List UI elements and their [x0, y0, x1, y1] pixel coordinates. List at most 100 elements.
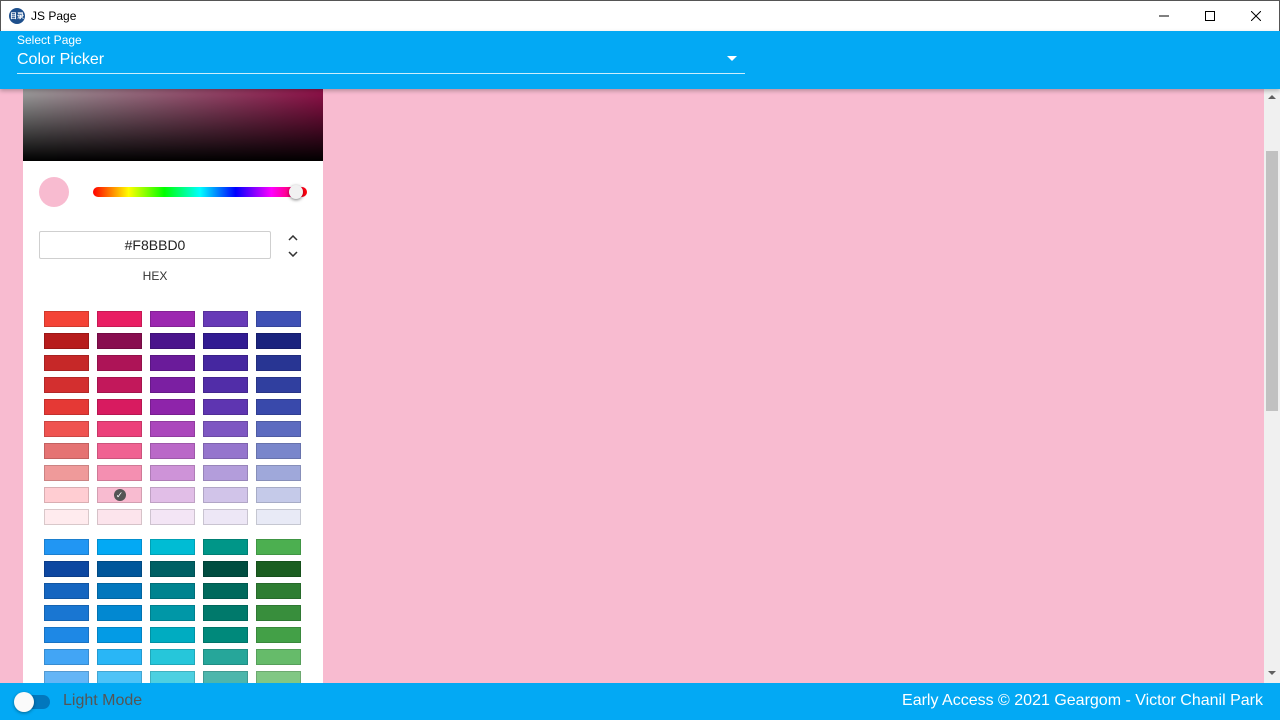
hex-input[interactable]: [39, 231, 271, 259]
color-swatch[interactable]: [150, 333, 195, 349]
color-swatch[interactable]: [203, 355, 248, 371]
color-swatch[interactable]: [150, 671, 195, 683]
color-swatch[interactable]: [97, 399, 142, 415]
color-swatch[interactable]: [203, 333, 248, 349]
color-swatch[interactable]: [203, 605, 248, 621]
color-swatch[interactable]: [203, 583, 248, 599]
color-swatch[interactable]: [256, 421, 301, 437]
color-swatch[interactable]: [203, 421, 248, 437]
color-swatch[interactable]: [150, 443, 195, 459]
color-swatch[interactable]: [150, 377, 195, 393]
color-swatch[interactable]: [44, 561, 89, 577]
page-select[interactable]: Color Picker: [17, 51, 104, 69]
color-swatch[interactable]: [203, 399, 248, 415]
close-button[interactable]: [1233, 1, 1279, 31]
color-swatch[interactable]: [44, 649, 89, 665]
color-swatch[interactable]: [44, 421, 89, 437]
color-swatch[interactable]: ✓: [97, 487, 142, 503]
color-swatch[interactable]: [256, 627, 301, 643]
scroll-up-icon[interactable]: [1268, 95, 1276, 99]
color-swatch[interactable]: [97, 465, 142, 481]
color-swatch[interactable]: [256, 671, 301, 683]
color-swatch[interactable]: [44, 311, 89, 327]
color-swatch[interactable]: [97, 561, 142, 577]
color-swatch[interactable]: [256, 443, 301, 459]
color-swatch[interactable]: [44, 333, 89, 349]
color-swatch[interactable]: [150, 311, 195, 327]
color-swatch[interactable]: [203, 311, 248, 327]
color-swatch[interactable]: [97, 649, 142, 665]
color-swatch[interactable]: [150, 421, 195, 437]
color-swatch[interactable]: [97, 311, 142, 327]
color-swatch[interactable]: [44, 487, 89, 503]
color-swatch[interactable]: [150, 583, 195, 599]
color-swatch[interactable]: [97, 605, 142, 621]
color-swatch[interactable]: [150, 561, 195, 577]
color-swatch[interactable]: [256, 649, 301, 665]
color-swatch[interactable]: [203, 487, 248, 503]
maximize-button[interactable]: [1187, 1, 1233, 31]
color-swatch[interactable]: [44, 671, 89, 683]
color-swatch[interactable]: [256, 311, 301, 327]
color-swatch[interactable]: [97, 627, 142, 643]
color-swatch[interactable]: [150, 539, 195, 555]
color-swatch[interactable]: [150, 649, 195, 665]
hue-slider[interactable]: [93, 187, 307, 197]
color-swatch[interactable]: [256, 487, 301, 503]
color-swatch[interactable]: [203, 627, 248, 643]
color-swatch[interactable]: [150, 509, 195, 525]
color-swatch[interactable]: [256, 605, 301, 621]
color-swatch[interactable]: [150, 605, 195, 621]
color-swatch[interactable]: [97, 443, 142, 459]
color-swatch[interactable]: [203, 465, 248, 481]
color-swatch[interactable]: [97, 583, 142, 599]
color-swatch[interactable]: [97, 671, 142, 683]
chevron-down-icon[interactable]: [727, 56, 737, 61]
color-swatch[interactable]: [256, 509, 301, 525]
color-swatch[interactable]: [44, 355, 89, 371]
color-swatch[interactable]: [44, 399, 89, 415]
color-swatch[interactable]: [203, 539, 248, 555]
color-swatch[interactable]: [203, 509, 248, 525]
color-swatch[interactable]: [97, 333, 142, 349]
color-swatch[interactable]: [150, 487, 195, 503]
color-swatch[interactable]: [256, 377, 301, 393]
color-swatch[interactable]: [97, 421, 142, 437]
color-swatch[interactable]: [150, 627, 195, 643]
color-swatch[interactable]: [256, 333, 301, 349]
color-swatch[interactable]: [44, 377, 89, 393]
color-swatch[interactable]: [203, 649, 248, 665]
color-swatch[interactable]: [44, 509, 89, 525]
color-swatch[interactable]: [44, 443, 89, 459]
color-swatch[interactable]: [256, 583, 301, 599]
color-swatch[interactable]: [44, 605, 89, 621]
vertical-scrollbar[interactable]: [1264, 89, 1280, 683]
saturation-value-area[interactable]: [23, 89, 323, 161]
color-swatch[interactable]: [97, 539, 142, 555]
color-mode-toggle[interactable]: [285, 235, 301, 257]
color-swatch[interactable]: [256, 561, 301, 577]
color-swatch[interactable]: [150, 465, 195, 481]
color-swatch[interactable]: [97, 355, 142, 371]
scroll-thumb[interactable]: [1266, 151, 1278, 411]
theme-toggle-knob[interactable]: [14, 692, 34, 712]
color-swatch[interactable]: [150, 399, 195, 415]
color-swatch[interactable]: [44, 627, 89, 643]
color-swatch[interactable]: [97, 377, 142, 393]
color-swatch[interactable]: [203, 377, 248, 393]
color-swatch[interactable]: [44, 465, 89, 481]
color-swatch[interactable]: [44, 583, 89, 599]
color-swatch[interactable]: [97, 509, 142, 525]
color-swatch[interactable]: [203, 671, 248, 683]
color-swatch[interactable]: [256, 399, 301, 415]
color-swatch[interactable]: [256, 355, 301, 371]
color-swatch[interactable]: [256, 539, 301, 555]
color-swatch[interactable]: [256, 465, 301, 481]
scroll-down-icon[interactable]: [1268, 671, 1276, 675]
color-swatch[interactable]: [150, 355, 195, 371]
color-swatch[interactable]: [203, 443, 248, 459]
color-swatch[interactable]: [44, 539, 89, 555]
color-swatch[interactable]: [203, 561, 248, 577]
minimize-button[interactable]: [1141, 1, 1187, 31]
hue-slider-thumb[interactable]: [289, 185, 303, 199]
